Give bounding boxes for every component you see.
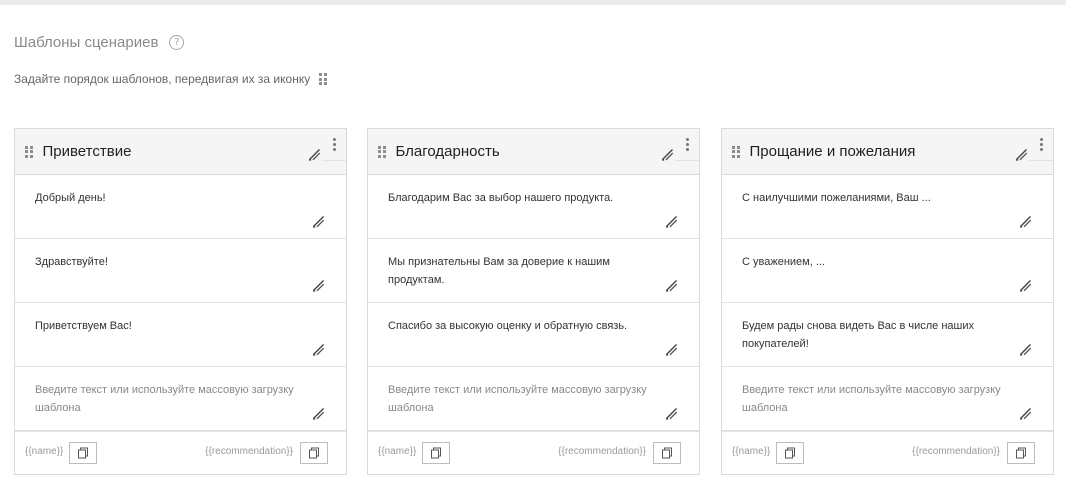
- column-title: Приветствие: [42, 143, 132, 160]
- template-text: С уважением, ...: [742, 256, 825, 268]
- template-text: Будем рады снова видеть Вас в числе наши…: [742, 320, 974, 350]
- template-text: Здравствуйте!: [35, 256, 108, 268]
- template-item[interactable]: Будем рады снова видеть Вас в числе наши…: [722, 303, 1053, 367]
- name-variable-label: {{name}}: [25, 446, 64, 457]
- drag-handle-icon[interactable]: [732, 145, 740, 158]
- column-footer: {{name}} {{recommendation}}: [368, 431, 699, 473]
- template-text: Благодарим Вас за выбор нашего продукта.: [388, 192, 614, 204]
- edit-icon[interactable]: [1019, 279, 1032, 292]
- placeholder-text: Введите текст или используйте массовую з…: [35, 384, 294, 414]
- recommendation-variable-label: {{recommendation}}: [558, 446, 646, 457]
- template-column-gratitude: Благодарность Благодарим Вас за выбор на…: [367, 128, 700, 475]
- copy-name-button[interactable]: [422, 442, 450, 464]
- copy-name-button[interactable]: [69, 442, 97, 464]
- new-template-input[interactable]: Введите текст или используйте массовую з…: [368, 367, 699, 431]
- page-header: Шаблоны сценариев ?: [14, 34, 185, 51]
- kebab-menu-icon[interactable]: [1029, 129, 1053, 161]
- edit-icon[interactable]: [665, 407, 678, 420]
- copy-icon: [1015, 447, 1027, 459]
- edit-icon[interactable]: [312, 215, 325, 228]
- kebab-menu-icon[interactable]: [322, 129, 346, 161]
- edit-title-icon[interactable]: [661, 148, 674, 161]
- new-template-input[interactable]: Введите текст или используйте массовую з…: [15, 367, 346, 431]
- template-text: С наилучшими пожеланиями, Ваш ...: [742, 192, 931, 204]
- kebab-menu-icon[interactable]: [675, 129, 699, 161]
- drag-handle-icon: [319, 73, 327, 85]
- edit-icon[interactable]: [1019, 343, 1032, 356]
- recommendation-variable-label: {{recommendation}}: [205, 446, 293, 457]
- copy-icon: [308, 447, 320, 459]
- column-title: Прощание и пожелания: [749, 143, 916, 160]
- copy-icon: [430, 447, 442, 459]
- name-variable-label: {{name}}: [732, 446, 771, 457]
- subtitle-text: Задайте порядок шаблонов, передвигая их …: [14, 72, 311, 86]
- template-column-farewell: Прощание и пожелания С наилучшими пожела…: [721, 128, 1054, 475]
- new-template-input[interactable]: Введите текст или используйте массовую з…: [722, 367, 1053, 431]
- column-header: Приветствие: [15, 129, 346, 175]
- column-header: Прощание и пожелания: [722, 129, 1053, 175]
- placeholder-text: Введите текст или используйте массовую з…: [388, 384, 647, 414]
- template-column-greeting: Приветствие Добрый день! Здравствуйте! П…: [14, 128, 347, 475]
- top-bar: [0, 0, 1066, 5]
- template-item[interactable]: С наилучшими пожеланиями, Ваш ...: [722, 175, 1053, 239]
- edit-title-icon[interactable]: [1015, 148, 1028, 161]
- template-item[interactable]: Приветствуем Вас!: [15, 303, 346, 367]
- copy-icon: [77, 447, 89, 459]
- edit-icon[interactable]: [312, 279, 325, 292]
- edit-icon[interactable]: [665, 215, 678, 228]
- drag-handle-icon[interactable]: [25, 145, 33, 158]
- edit-icon[interactable]: [312, 407, 325, 420]
- template-item[interactable]: Добрый день!: [15, 175, 346, 239]
- template-item[interactable]: С уважением, ...: [722, 239, 1053, 303]
- template-text: Спасибо за высокую оценку и обратную свя…: [388, 320, 628, 332]
- page-title: Шаблоны сценариев: [14, 34, 159, 51]
- drag-handle-icon[interactable]: [378, 145, 386, 158]
- copy-icon: [661, 447, 673, 459]
- template-item[interactable]: Здравствуйте!: [15, 239, 346, 303]
- template-item[interactable]: Спасибо за высокую оценку и обратную свя…: [368, 303, 699, 367]
- column-footer: {{name}} {{recommendation}}: [15, 431, 346, 473]
- help-icon[interactable]: ?: [169, 35, 185, 50]
- template-item[interactable]: Благодарим Вас за выбор нашего продукта.: [368, 175, 699, 239]
- page-subtitle: Задайте порядок шаблонов, передвигая их …: [14, 72, 327, 86]
- placeholder-text: Введите текст или используйте массовую з…: [742, 384, 1001, 414]
- template-text: Добрый день!: [35, 192, 106, 204]
- edit-icon[interactable]: [665, 343, 678, 356]
- copy-recommendation-button[interactable]: [653, 442, 681, 464]
- column-title: Благодарность: [395, 143, 500, 160]
- name-variable-label: {{name}}: [378, 446, 417, 457]
- copy-icon: [784, 447, 796, 459]
- copy-recommendation-button[interactable]: [1007, 442, 1035, 464]
- column-header: Благодарность: [368, 129, 699, 175]
- copy-recommendation-button[interactable]: [300, 442, 328, 464]
- edit-icon[interactable]: [312, 343, 325, 356]
- template-text: Мы признательны Вам за доверие к нашим п…: [388, 256, 610, 286]
- edit-icon[interactable]: [665, 279, 678, 292]
- column-footer: {{name}} {{recommendation}}: [722, 431, 1053, 473]
- template-text: Приветствуем Вас!: [35, 320, 132, 332]
- edit-icon[interactable]: [1019, 407, 1032, 420]
- edit-title-icon[interactable]: [308, 148, 321, 161]
- edit-icon[interactable]: [1019, 215, 1032, 228]
- recommendation-variable-label: {{recommendation}}: [912, 446, 1000, 457]
- copy-name-button[interactable]: [776, 442, 804, 464]
- template-item[interactable]: Мы признательны Вам за доверие к нашим п…: [368, 239, 699, 303]
